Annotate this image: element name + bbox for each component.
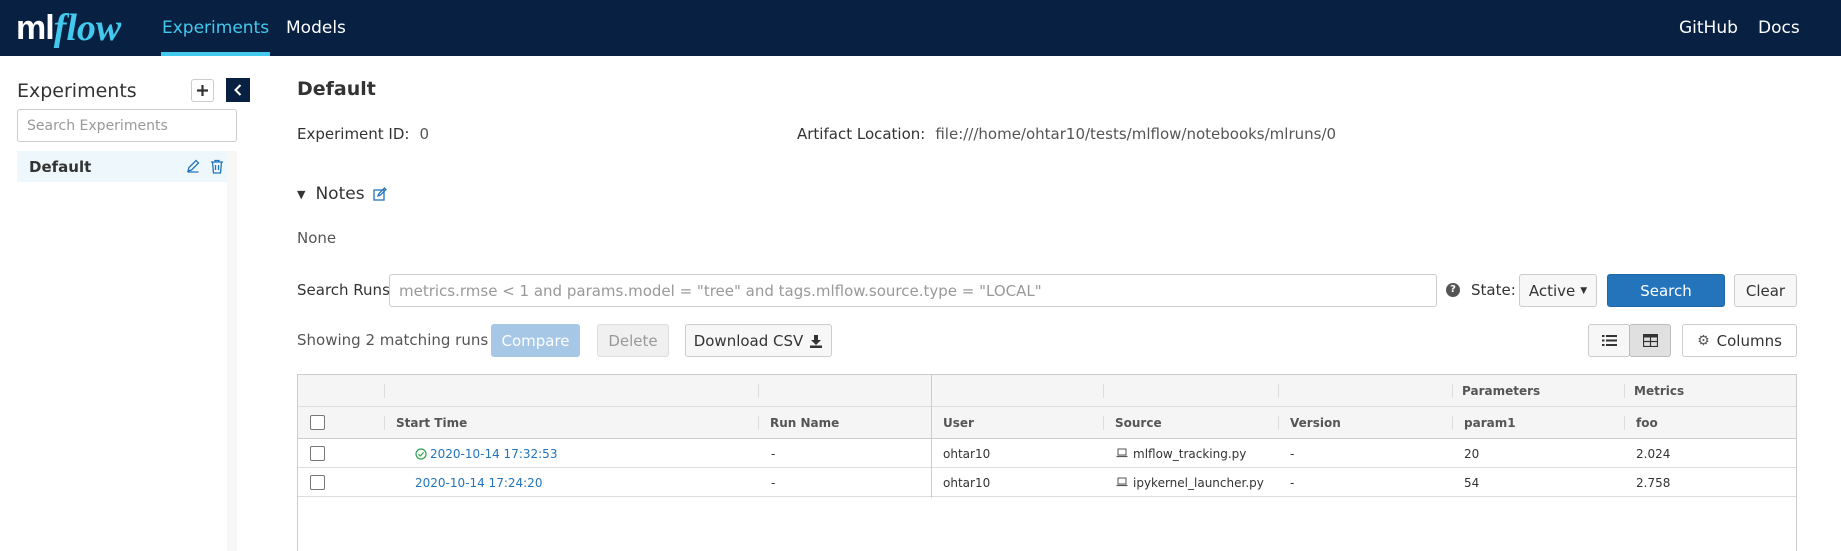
check-circle-icon [415, 448, 427, 460]
header-foo[interactable]: foo [1636, 416, 1658, 430]
search-runs-input[interactable] [389, 274, 1437, 307]
columns-label: Columns [1716, 331, 1782, 350]
pinned-columns-divider [931, 375, 932, 498]
nav-github[interactable]: GitHub [1679, 0, 1738, 56]
nav-models[interactable]: Models [286, 0, 346, 56]
edit-icon[interactable] [186, 159, 200, 173]
sidebar-divider [227, 151, 237, 551]
help-icon[interactable]: ? [1446, 283, 1460, 297]
list-icon [1601, 335, 1617, 346]
search-experiments-input[interactable] [17, 109, 237, 142]
sidebar-title: Experiments [17, 80, 137, 102]
run-param1-cell: 54 [1464, 476, 1480, 490]
notes-content: None [297, 229, 337, 247]
add-experiment-button[interactable] [191, 79, 214, 102]
experiment-id: Experiment ID: 0 [297, 125, 429, 143]
compare-button[interactable]: Compare [491, 324, 580, 357]
caret-down-icon: ▼ [297, 187, 306, 201]
header-user[interactable]: User [943, 416, 974, 430]
artifact-location-label: Artifact Location: [797, 125, 926, 143]
download-csv-button[interactable]: Download CSV [685, 324, 832, 357]
row-checkbox[interactable] [310, 446, 325, 461]
run-foo-cell: 2.024 [1636, 447, 1671, 461]
run-foo-cell: 2.758 [1636, 476, 1671, 490]
clear-button[interactable]: Clear [1734, 274, 1797, 307]
plus-icon [197, 85, 208, 96]
state-dropdown[interactable]: Active ▼ [1519, 274, 1597, 307]
experiment-id-value: 0 [419, 125, 430, 143]
header-start-time[interactable]: Start Time [396, 416, 467, 430]
run-name-cell: - [771, 447, 776, 461]
notes-label: Notes [315, 184, 365, 204]
state-dropdown-value: Active [1528, 281, 1576, 300]
run-name-cell: - [771, 476, 776, 490]
artifact-location: Artifact Location: file:///home/ohtar10/t… [797, 125, 1336, 143]
run-version-cell: - [1290, 447, 1295, 461]
table-group-header: Parameters Metrics [298, 375, 1796, 407]
columns-button[interactable]: ⚙ Columns [1682, 324, 1797, 357]
runs-table: Parameters Metrics Start Time Run Name U… [297, 374, 1797, 551]
experiment-item-label: Default [29, 158, 92, 176]
parameters-group-header: Parameters [1462, 384, 1541, 398]
logo-ml-text: ml [16, 9, 55, 47]
search-button[interactable]: Search [1607, 274, 1725, 307]
run-param1-cell: 20 [1464, 447, 1480, 461]
header-param1[interactable]: param1 [1464, 416, 1516, 430]
run-user-cell: ohtar10 [943, 447, 991, 461]
select-all-checkbox[interactable] [310, 415, 325, 430]
caret-down-icon: ▼ [1580, 285, 1588, 296]
run-source-cell[interactable]: mlflow_tracking.py [1133, 447, 1246, 461]
page-title: Default [297, 78, 376, 100]
laptop-icon [1116, 477, 1128, 487]
nav-experiments[interactable]: Experiments [161, 0, 271, 56]
list-view-button[interactable] [1588, 324, 1630, 357]
trash-icon[interactable] [210, 159, 224, 174]
table-row[interactable]: 2020-10-14 17:24:20 - ohtar10 ipykernel_… [298, 469, 1796, 497]
download-icon [810, 334, 823, 348]
table-header: Start Time Run Name User Source Version … [298, 407, 1796, 439]
run-version-cell: - [1290, 476, 1295, 490]
run-user-cell: ohtar10 [943, 476, 991, 490]
chevron-left-icon [234, 84, 242, 96]
logo-flow-text: flow [53, 7, 122, 49]
table-row[interactable]: 2020-10-14 17:32:53 - ohtar10 mlflow_tra… [298, 440, 1796, 468]
header-run-name[interactable]: Run Name [770, 416, 839, 430]
header-source[interactable]: Source [1115, 416, 1162, 430]
run-start-time-link[interactable]: 2020-10-14 17:24:20 [415, 476, 542, 490]
experiment-item-default[interactable]: Default [17, 151, 227, 182]
run-start-time-link[interactable]: 2020-10-14 17:32:53 [430, 447, 557, 461]
header-version[interactable]: Version [1290, 416, 1341, 430]
mlflow-logo[interactable]: ml flow [16, 4, 121, 48]
run-source-cell[interactable]: ipykernel_launcher.py [1133, 476, 1264, 490]
experiment-id-label: Experiment ID: [297, 125, 410, 143]
metrics-group-header: Metrics [1634, 384, 1685, 398]
artifact-location-value: file:///home/ohtar10/tests/mlflow/notebo… [935, 125, 1337, 143]
collapse-sidebar-button[interactable] [226, 78, 250, 102]
state-label: State: [1471, 281, 1516, 299]
laptop-icon [1116, 448, 1128, 458]
edit-notes-icon[interactable] [372, 187, 387, 201]
matching-runs-count: Showing 2 matching runs [297, 331, 489, 349]
delete-button[interactable]: Delete [597, 324, 669, 357]
table-icon [1642, 334, 1658, 347]
row-checkbox[interactable] [310, 475, 325, 490]
top-navbar: ml flow Experiments Models GitHub Docs [0, 0, 1841, 56]
grid-view-button[interactable] [1629, 324, 1671, 357]
gear-icon: ⚙ [1697, 332, 1710, 349]
download-csv-label: Download CSV [693, 331, 804, 350]
nav-docs[interactable]: Docs [1758, 0, 1800, 56]
search-runs-label: Search Runs: [297, 281, 395, 299]
notes-toggle[interactable]: ▼ Notes [297, 184, 387, 204]
